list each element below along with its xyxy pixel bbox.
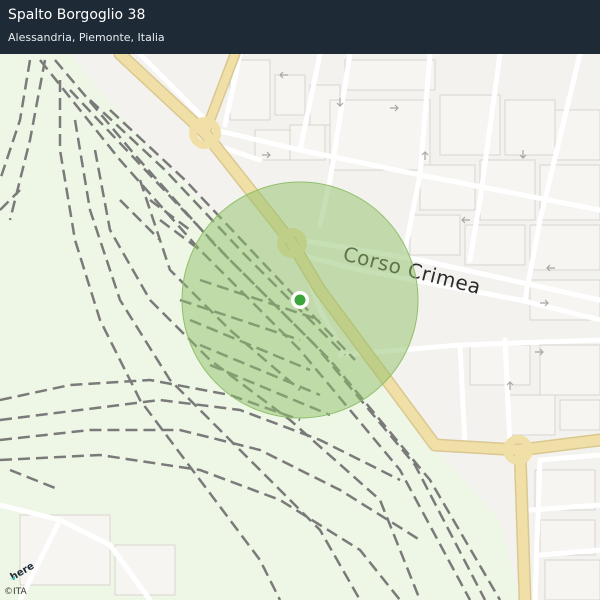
address-title: Spalto Borgoglio 38 bbox=[8, 7, 146, 23]
map-canvas[interactable]: Corso Crimea bbox=[0, 0, 600, 600]
address-header: Spalto Borgoglio 38 Alessandria, Piemont… bbox=[0, 0, 600, 54]
location-dot bbox=[294, 294, 306, 306]
here-logo: here bbox=[9, 561, 34, 582]
map-copyright: ©ITA bbox=[4, 587, 27, 597]
location-marker[interactable] bbox=[291, 291, 309, 309]
address-subtitle: Alessandria, Piemonte, Italia bbox=[8, 31, 165, 44]
